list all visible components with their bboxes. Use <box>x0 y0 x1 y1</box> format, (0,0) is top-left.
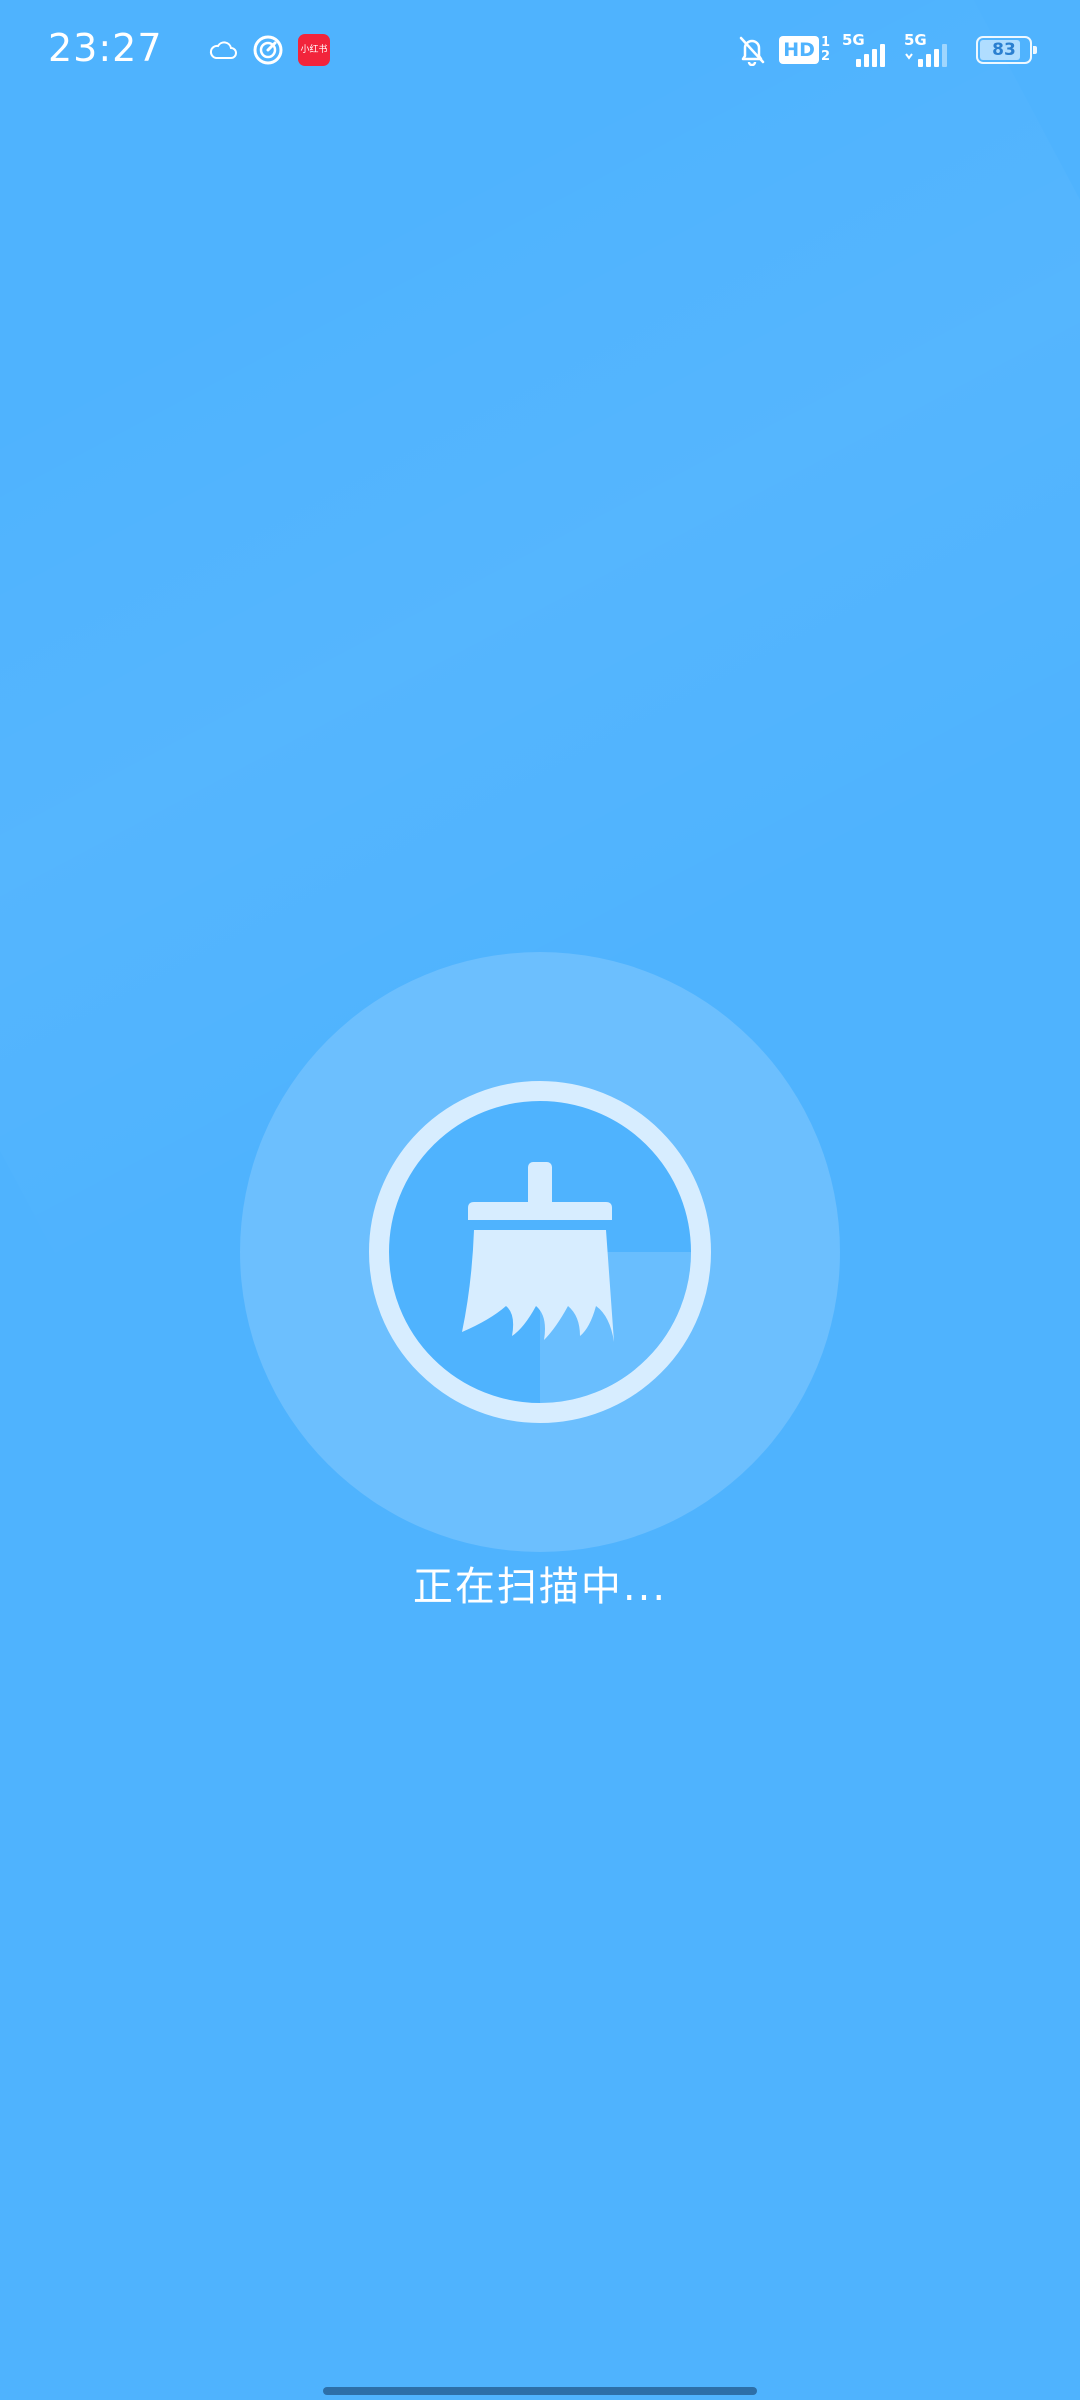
hd-label: HD <box>779 36 819 64</box>
status-left-icons: 小红书 <box>208 32 330 68</box>
broom-icon <box>440 1156 640 1346</box>
hd-icon: HD 1 2 <box>779 36 830 64</box>
hd-subscripts: 1 2 <box>821 36 830 64</box>
app-notification-icon: 小红书 <box>298 34 330 66</box>
home-indicator[interactable] <box>323 2387 757 2395</box>
hd-sub-bottom: 2 <box>820 49 830 64</box>
signal-5g-icon: 5G <box>842 32 892 68</box>
bell-off-icon <box>737 34 767 66</box>
speedometer-icon <box>252 34 284 66</box>
status-time: 23:27 <box>48 26 163 70</box>
signal-5g-icon: 5G <box>904 32 954 68</box>
status-right-icons: HD 1 2 5G 5G 83 <box>737 30 1037 70</box>
battery-tip <box>1033 46 1037 54</box>
hd-sub-top: 1 <box>820 35 830 50</box>
cloud-icon <box>208 38 238 62</box>
battery-level: 83 <box>992 40 1016 60</box>
scan-status-text: 正在扫描中... <box>412 1564 668 1610</box>
status-bar: 23:27 小红书 HD 1 2 5G 5G 83 <box>0 0 1080 100</box>
battery-icon: 83 <box>976 36 1037 64</box>
